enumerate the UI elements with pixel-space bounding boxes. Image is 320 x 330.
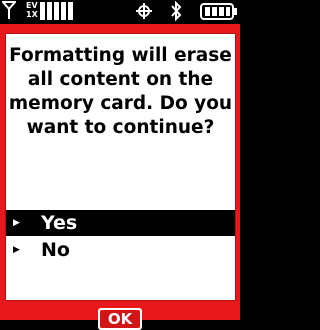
battery-icon bbox=[200, 3, 237, 20]
option-yes[interactable]: ▶ Yes bbox=[6, 210, 235, 236]
ok-button-label: OK bbox=[100, 310, 140, 328]
location-icon bbox=[136, 3, 152, 19]
ok-button[interactable]: OK bbox=[98, 308, 142, 330]
network-type-top: EV bbox=[26, 1, 38, 10]
status-bar: EV 1X bbox=[0, 0, 240, 24]
dialog-message: Formatting will erase all content on the… bbox=[8, 45, 233, 138]
option-no-label: No bbox=[41, 239, 70, 261]
antenna-icon bbox=[2, 1, 16, 19]
bluetooth-icon bbox=[171, 1, 182, 21]
network-type-bottom: 1X bbox=[26, 10, 38, 19]
dialog-panel: Formatting will erase all content on the… bbox=[5, 33, 236, 301]
confirm-dialog: Formatting will erase all content on the… bbox=[0, 24, 240, 330]
option-yes-label: Yes bbox=[41, 212, 78, 234]
selection-arrow-icon: ▶ bbox=[13, 218, 20, 228]
option-arrow-icon: ▶ bbox=[13, 245, 20, 255]
option-no[interactable]: ▶ No bbox=[6, 237, 235, 263]
signal-strength-icon bbox=[40, 2, 73, 20]
